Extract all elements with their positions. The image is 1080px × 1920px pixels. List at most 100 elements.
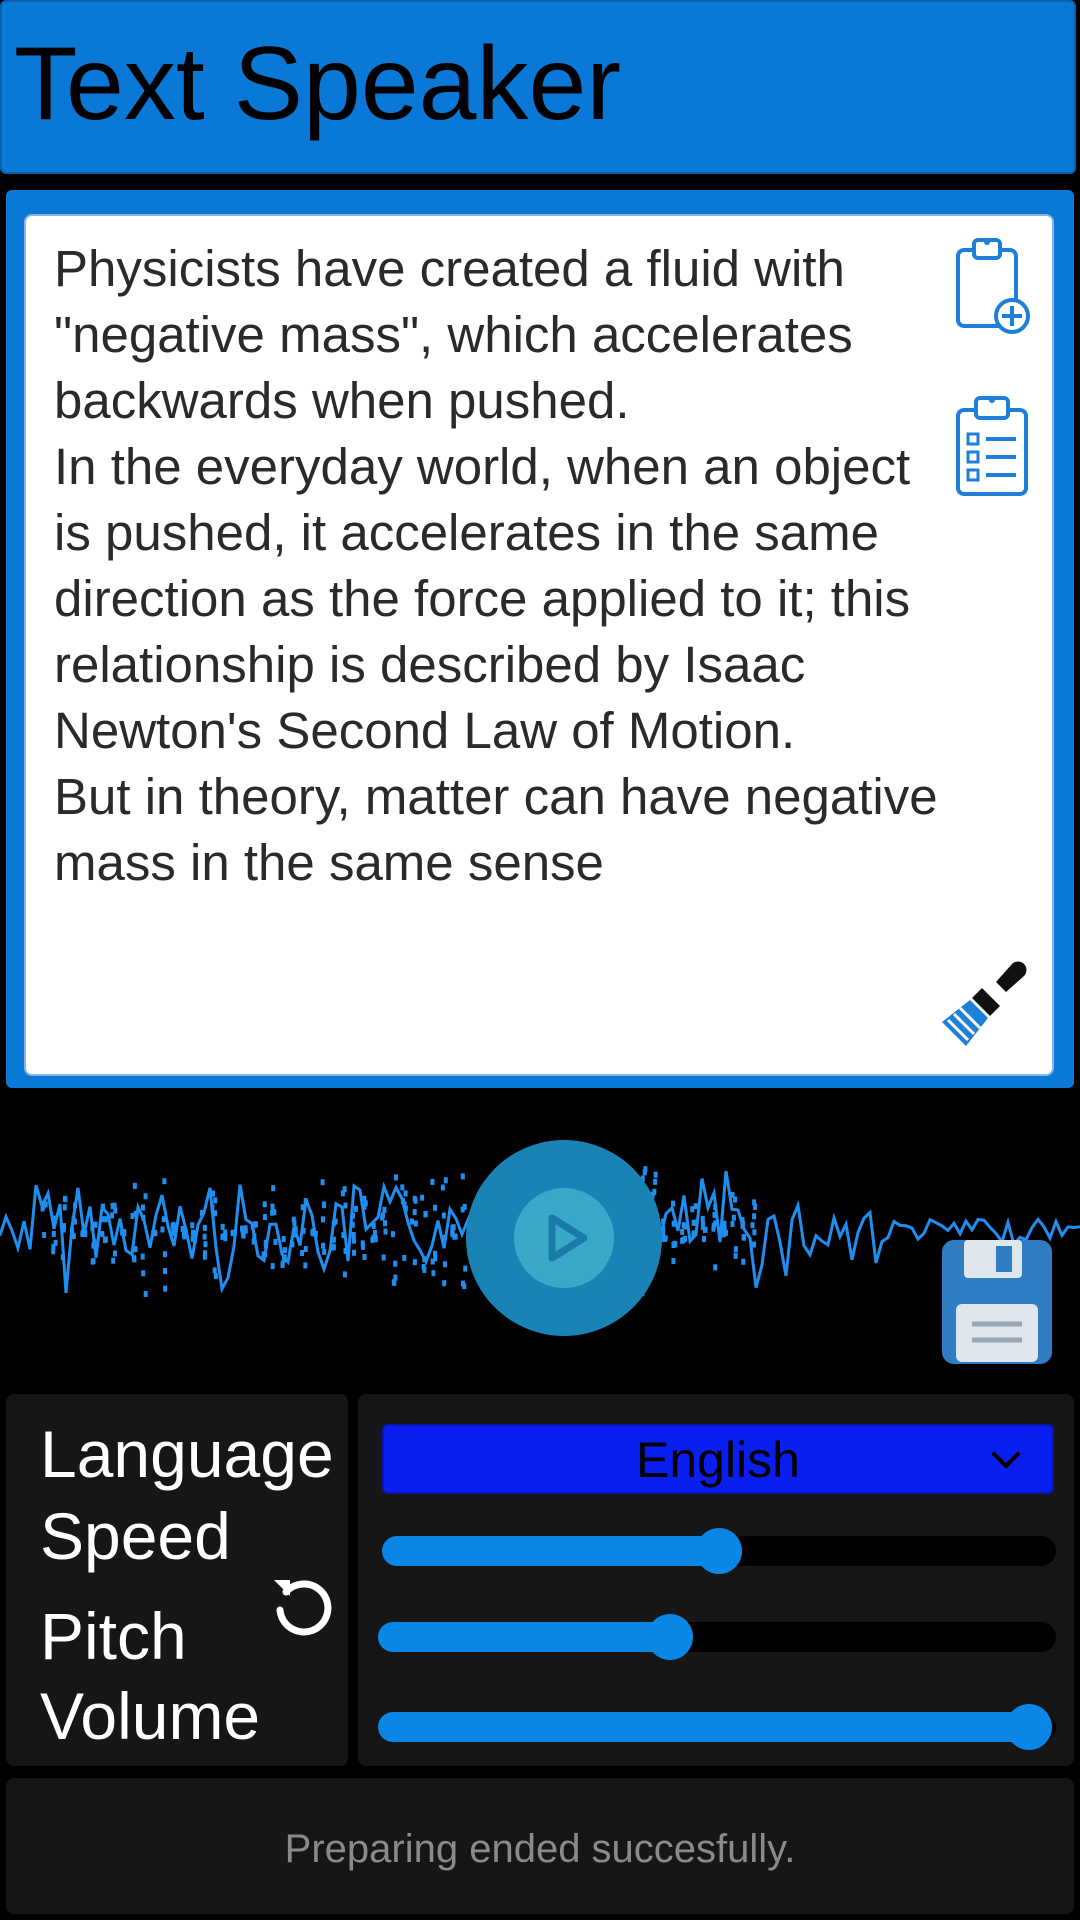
waveform-dot [713,1204,718,1211]
waveform-dot [91,1242,96,1249]
waveform-dot [350,1212,355,1219]
waveform-dot [400,1184,405,1191]
broom-icon[interactable] [938,958,1028,1050]
reset-icon[interactable] [268,1570,338,1640]
waveform-dot [713,1220,718,1227]
pitch-slider-thumb[interactable] [646,1614,693,1660]
waveform-dot [90,1258,95,1265]
speed-slider[interactable] [382,1528,1056,1574]
waveform-dot [741,1258,746,1265]
language-select[interactable]: English [382,1424,1054,1494]
waveform-dot [733,1246,738,1253]
waveform-dot [152,1229,157,1236]
waveform-dot [311,1228,316,1235]
waveform-dot [733,1196,738,1203]
waveform-dot [393,1174,398,1181]
waveform-dot [192,1237,197,1244]
waveform-dot [643,1166,648,1173]
floppy-disk-icon[interactable] [940,1238,1054,1366]
waveform-dot [300,1250,305,1256]
waveform-dot [450,1231,455,1238]
waveform-dot [293,1226,298,1233]
waveform-dot [200,1209,205,1216]
pitch-label: Pitch [40,1599,187,1673]
waveform-dot [460,1173,465,1180]
waveform-dot [263,1242,268,1249]
volume-label: Volume [40,1679,261,1753]
waveform-dot [671,1242,676,1248]
waveform-dot [133,1246,138,1253]
waveform-dot [190,1222,195,1229]
text-editor[interactable]: Physicists have created a fluid with "ne… [24,214,1054,1076]
volume-slider-thumb[interactable] [1005,1704,1052,1750]
waveform-dot [250,1223,255,1230]
waveform-dot [442,1261,447,1268]
waveform-dot [701,1236,706,1242]
play-button[interactable] [466,1140,662,1336]
waveform-dot [251,1238,256,1245]
waveform-dot [683,1223,688,1230]
waveform-dot [163,1268,168,1274]
waveform-dot [223,1232,228,1239]
waveform-dot [51,1243,56,1250]
waveform-dot [161,1216,166,1223]
waveform-dot [42,1232,47,1238]
app-title: Text Speaker [14,26,621,142]
waveform-dot [440,1184,445,1191]
waveform-dot [270,1263,275,1270]
waveform-dot [243,1225,248,1232]
waveform-dot [281,1236,286,1242]
waveform-dot [412,1259,417,1266]
waveform-dot [752,1241,757,1248]
waveform-dot [343,1202,348,1209]
volume-slider[interactable] [378,1704,1056,1750]
waveform-dot [343,1247,348,1254]
waveform-dot [163,1285,168,1292]
waveform-dot [731,1214,736,1221]
waveform-dot [442,1234,447,1241]
waveform-dot [280,1260,285,1267]
speed-slider-thumb[interactable] [696,1528,742,1574]
waveform-dot [103,1216,108,1223]
waveform-dot [431,1270,436,1277]
waveform-dot [41,1202,46,1209]
waveform-dot [752,1199,757,1206]
waveform-dot [691,1230,696,1237]
waveform-dot [722,1231,727,1238]
waveform-dot [390,1231,395,1238]
clipboard-add-icon[interactable] [952,232,1032,336]
waveform-dot [212,1267,217,1274]
waveform-dot [272,1209,277,1216]
waveform-dot [202,1253,207,1260]
waveform-dot [690,1206,695,1213]
waveform-dot [112,1250,117,1257]
waveform-dot [252,1232,257,1239]
speed-label: Speed [40,1499,231,1573]
waveform-dot [71,1233,76,1240]
waveform-dot [81,1231,86,1237]
waveform-dot [351,1237,356,1244]
waveform-dot [102,1237,107,1244]
waveform-dot [381,1254,386,1261]
editor-text[interactable]: Physicists have created a fluid with "ne… [54,236,954,896]
waveform-dot [422,1256,427,1263]
waveform-dot [353,1205,358,1212]
waveform-dot [352,1249,357,1256]
waveform-dot [333,1218,338,1225]
waveform-dot [271,1185,276,1192]
clipboard-list-icon[interactable] [952,390,1032,500]
chevron-down-icon [986,1440,1026,1480]
waveform-dot [290,1241,295,1248]
waveform-dot [321,1242,326,1249]
waveform-dot [450,1224,455,1231]
pitch-slider[interactable] [378,1614,1056,1660]
waveform-dot [693,1219,698,1226]
waveform-dot [700,1215,705,1222]
waveform-dot [681,1236,686,1243]
waveform-dot [362,1254,367,1260]
waveform-dot [100,1231,105,1237]
waveform-dot [162,1178,167,1185]
waveform-dot [202,1233,207,1240]
waveform-dot [653,1178,658,1185]
waveform-dot [241,1232,246,1239]
